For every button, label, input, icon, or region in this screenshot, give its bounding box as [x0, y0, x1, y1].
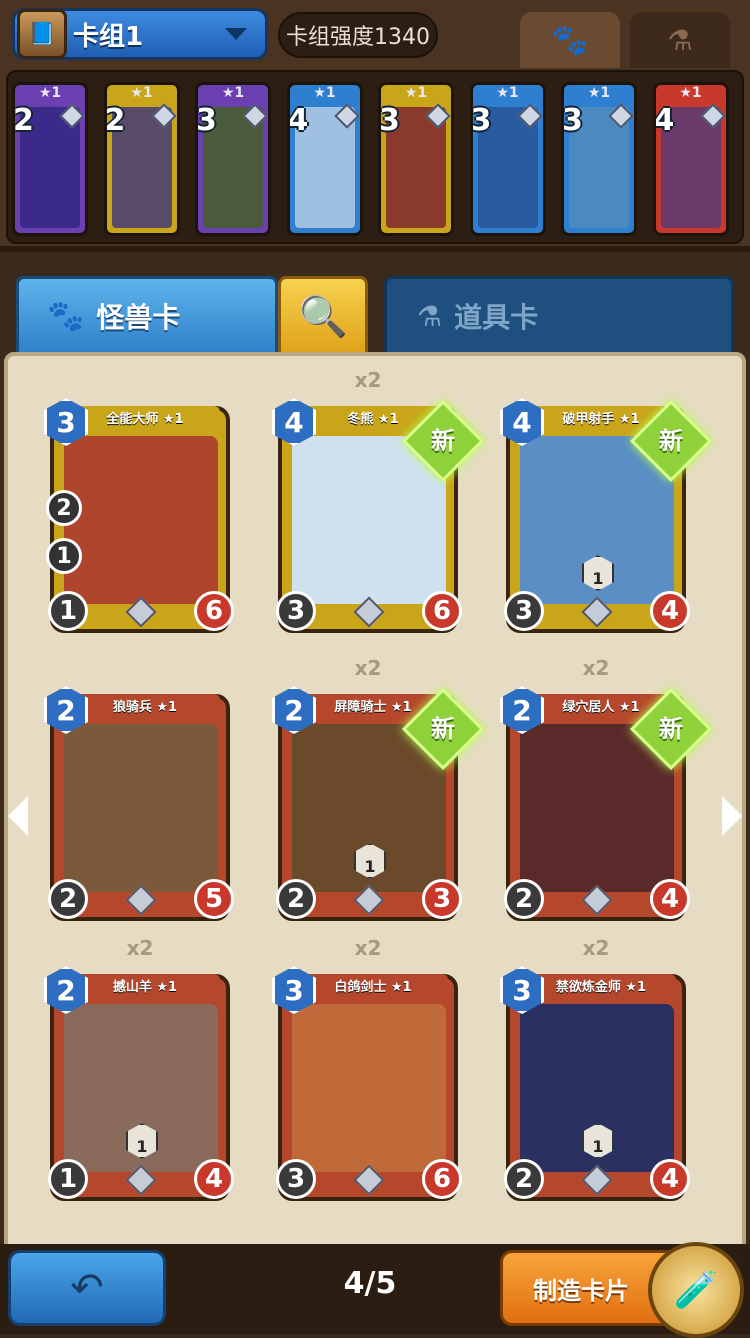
- monster-card[interactable]: 破甲射手 ★1 4 1 3 4 新: [500, 398, 713, 633]
- card-skill-value: 1: [46, 538, 82, 574]
- card-copies: x2: [354, 936, 382, 960]
- card-health: 6: [422, 591, 462, 631]
- card-art: [64, 436, 218, 604]
- paw-icon: 🐾: [47, 298, 85, 334]
- monster-card[interactable]: x2 屏障骑士 ★1 2 1 2 3 新: [272, 656, 485, 921]
- tab-item-cards[interactable]: ⚗ 道具卡: [384, 276, 734, 356]
- deck-card[interactable]: ★1 3: [378, 82, 454, 236]
- prev-page-arrow[interactable]: [8, 796, 28, 836]
- paw-icon: 🐾: [551, 22, 589, 58]
- deck-card-cost: 3: [562, 103, 583, 138]
- tab-monster-cards[interactable]: 🐾 怪兽卡: [16, 276, 278, 356]
- deck-card[interactable]: ★1 2: [12, 82, 88, 236]
- monster-card[interactable]: 全能大师 ★1 3 2 1 1 6: [44, 398, 234, 633]
- search-icon: 🔍: [298, 293, 348, 340]
- card-art: [292, 1004, 446, 1172]
- deck-card-cost: 4: [653, 103, 675, 138]
- card-copies: x2: [126, 936, 154, 960]
- new-badge-label: 新: [659, 427, 683, 455]
- chevron-down-icon[interactable]: [225, 28, 247, 40]
- flask-icon: ⚗: [667, 23, 693, 57]
- deck-card-cost: 4: [287, 103, 309, 138]
- potion-icon[interactable]: 🧪: [648, 1242, 744, 1338]
- new-badge-label: 新: [431, 427, 455, 455]
- back-button[interactable]: ↶: [8, 1250, 166, 1326]
- new-badge-label: 新: [431, 715, 455, 743]
- deck-card[interactable]: ★1 3: [195, 82, 271, 236]
- deck-selector[interactable]: 📘 卡组1: [12, 8, 268, 60]
- monster-card[interactable]: x2 冬熊 ★1 4 3 6 新: [272, 368, 485, 633]
- card-attack: 3: [276, 591, 316, 631]
- back-arrow-icon: ↶: [70, 1265, 104, 1311]
- monster-card[interactable]: x2 绿穴居人 ★1 2 2 4 新: [500, 656, 713, 921]
- monster-card[interactable]: 狼骑兵 ★1 2 2 5: [44, 686, 234, 921]
- card-health: 6: [194, 591, 234, 631]
- card-attack: 1: [48, 1159, 88, 1199]
- card-attack: 2: [48, 879, 88, 919]
- card-copies: x2: [354, 656, 382, 680]
- card-copies: x2: [354, 368, 382, 392]
- card-attack: 2: [504, 879, 544, 919]
- tab-item-label: 道具卡: [454, 301, 539, 334]
- deck-card[interactable]: ★1 4: [286, 82, 363, 236]
- card-health: 6: [422, 1159, 462, 1199]
- card-health: 4: [650, 591, 690, 631]
- card-health: 4: [194, 1159, 234, 1199]
- card-health: 3: [422, 879, 462, 919]
- monster-card[interactable]: x2 撼山羊 ★1 2 1 1 4: [44, 936, 234, 1201]
- card-attack: 3: [276, 1159, 316, 1199]
- card-name: 全能大师 ★1: [70, 406, 220, 434]
- card-name: 撼山羊 ★1: [70, 974, 220, 1002]
- card-attack: 3: [504, 591, 544, 631]
- search-button[interactable]: 🔍: [278, 276, 368, 356]
- deck-card-cost: 3: [470, 103, 492, 138]
- card-attack: 2: [504, 1159, 544, 1199]
- card-copies: x2: [582, 656, 610, 680]
- deck-card-cost: 3: [379, 103, 400, 138]
- flask-icon: ⚗: [417, 299, 443, 333]
- tab-monster-label: 怪兽卡: [96, 301, 181, 334]
- card-name: 白鸽剑士 ★1: [298, 974, 448, 1002]
- deck-header: 📘 卡组1 卡组强度1340 🐾 ⚗ ★1 2 ★1 2 ★1 3 ★1 4 ★1 3 ★1 3 ★1 3…: [0, 0, 750, 252]
- card-skill-value: 2: [46, 490, 82, 526]
- monster-card[interactable]: x2 白鸽剑士 ★1 3 3 6: [272, 936, 462, 1201]
- next-page-arrow[interactable]: [722, 796, 742, 836]
- monster-card[interactable]: x2 禁欲炼金师 ★1 3 1 2 4: [500, 936, 690, 1201]
- deck-card[interactable]: ★1 2: [103, 82, 180, 236]
- tab-monster-deck[interactable]: 🐾: [520, 12, 620, 68]
- card-attack: 1: [48, 591, 88, 631]
- deck-name: 卡组1: [73, 21, 144, 52]
- card-copies: x2: [582, 936, 610, 960]
- deck-card-cost: 3: [196, 103, 217, 138]
- card-type-tabs: 🐾 怪兽卡 🔍 ⚗ 道具卡: [0, 272, 750, 356]
- new-badge-label: 新: [659, 715, 683, 743]
- deck-card-cost: 2: [13, 103, 34, 138]
- tab-item-deck[interactable]: ⚗: [630, 12, 730, 68]
- card-art: [64, 724, 218, 892]
- card-attack: 2: [276, 879, 316, 919]
- deck-power: 卡组强度1340: [278, 12, 438, 58]
- deck-card[interactable]: ★1 3: [469, 82, 546, 236]
- deck-book-icon: 📘: [17, 9, 67, 59]
- card-health: 4: [650, 1159, 690, 1199]
- page-indicator: 4/5: [343, 1266, 397, 1301]
- card-name: 狼骑兵 ★1: [70, 694, 220, 722]
- deck-card-cost: 2: [104, 103, 126, 138]
- footer-bar: ↶ 4/5 制造卡片 🧪: [0, 1242, 750, 1338]
- deck-card[interactable]: ★1 3: [561, 82, 637, 236]
- deck-card[interactable]: ★1 4: [652, 82, 729, 236]
- card-health: 5: [194, 879, 234, 919]
- card-name: 禁欲炼金师 ★1: [526, 974, 676, 1002]
- card-health: 4: [650, 879, 690, 919]
